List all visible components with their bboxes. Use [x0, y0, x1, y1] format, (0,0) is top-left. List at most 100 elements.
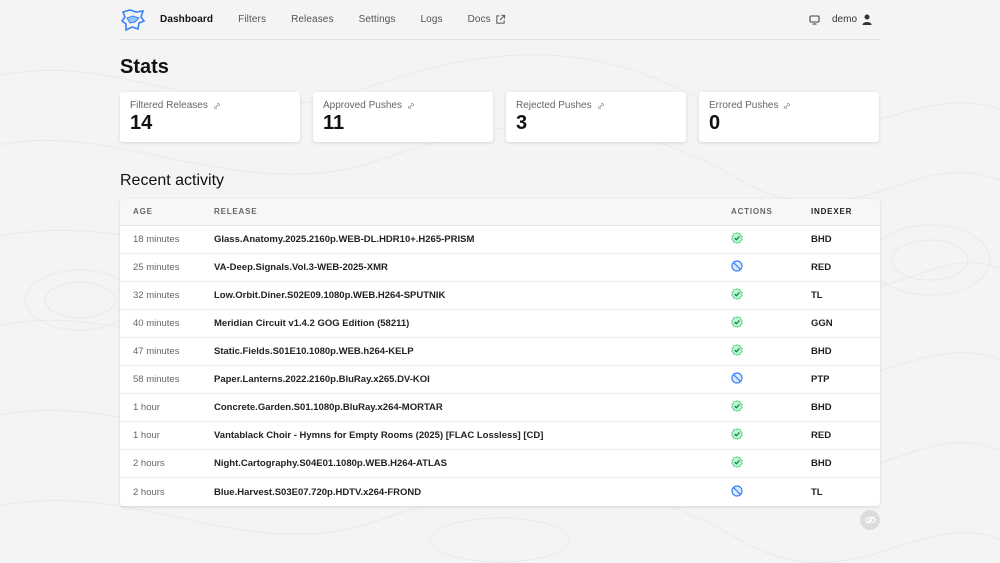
row-age: 1 hour: [120, 393, 214, 423]
table-row[interactable]: 2 hours Night.Cartography.S04E01.1080p.WE…: [120, 449, 880, 479]
stat-card-value: 11: [323, 112, 345, 134]
row-indexer: TL: [811, 486, 823, 498]
table-row[interactable]: 25 minutes VA-Deep.Signals.Vol.3-WEB-2025…: [120, 253, 880, 282]
row-age: 32 minutes: [120, 281, 214, 310]
row-action[interactable]: [731, 421, 811, 451]
nav-docs[interactable]: Docs: [468, 14, 506, 25]
row-age: 2 hours: [133, 486, 165, 498]
no-entry-icon[interactable]: [731, 372, 743, 387]
stats-cards: Filtered Releases 14 Approved Pushes 11 …: [120, 92, 880, 142]
row-age: 1 hour: [120, 421, 214, 451]
row-age: 47 minutes: [120, 337, 214, 366]
user-menu[interactable]: demo: [832, 14, 872, 25]
row-action[interactable]: [731, 253, 811, 282]
row-indexer: PTP: [811, 365, 880, 395]
stat-card-errored-pushes[interactable]: Errored Pushes 0: [699, 92, 879, 142]
row-indexer: GGN: [811, 309, 880, 338]
check-badge-icon[interactable]: [731, 316, 743, 331]
row-release[interactable]: Low.Orbit.Diner.S02E09.1080p.WEB.H264-SP…: [214, 281, 731, 310]
check-badge-icon[interactable]: [731, 231, 743, 247]
no-entry-icon[interactable]: [731, 485, 743, 500]
row-action[interactable]: [731, 365, 811, 395]
row-indexer: RED: [811, 253, 880, 282]
stat-label-text: Filtered Releases: [130, 100, 208, 111]
top-nav: Dashboard Filters Releases Settings Logs…: [120, 0, 880, 40]
column-header-release[interactable]: Release: [214, 199, 731, 225]
check-badge-icon[interactable]: [731, 400, 743, 415]
monitor-icon[interactable]: [809, 14, 820, 25]
link-icon: [784, 102, 791, 109]
external-link-icon: [496, 14, 505, 24]
nav-releases[interactable]: Releases: [291, 14, 334, 25]
row-action[interactable]: [731, 393, 811, 423]
row-release[interactable]: Glass.Anatomy.2025.2160p.WEB-DL.HDR10+.H…: [214, 225, 731, 254]
row-indexer: BHD: [811, 449, 880, 479]
check-badge-icon[interactable]: [731, 456, 743, 471]
row-release[interactable]: Vantablack Choir - Hymns for Empty Rooms…: [214, 421, 731, 451]
stats-title: Stats: [120, 56, 169, 78]
row-age: 58 minutes: [120, 365, 214, 395]
row-action[interactable]: [731, 478, 811, 506]
row-release[interactable]: Concrete.Garden.S01.1080p.BluRay.x264-MO…: [214, 393, 731, 423]
nav-filters[interactable]: Filters: [238, 14, 266, 25]
stat-card-label: Filtered Releases: [130, 100, 290, 111]
table-row[interactable]: 58 minutes Paper.Lanterns.2022.2160p.BluR…: [120, 365, 880, 395]
stat-label-text: Errored Pushes: [709, 100, 779, 111]
app-logo-icon[interactable]: [120, 8, 146, 32]
table-row[interactable]: 1 hour Concrete.Garden.S01.1080p.BluRay.x…: [120, 393, 880, 423]
stat-card-value: 3: [516, 112, 528, 134]
row-release[interactable]: Static.Fields.S01E10.1080p.WEB.h264-KELP: [214, 337, 731, 366]
table-row[interactable]: 2 hours Blue.Harvest.S03E07.720p.HDTV.x26…: [120, 478, 880, 506]
row-action[interactable]: [731, 309, 811, 338]
row-release[interactable]: VA-Deep.Signals.Vol.3-WEB-2025-XMR: [214, 253, 731, 282]
table-row[interactable]: 40 minutes Meridian Circuit v1.4.2 GOG Ed…: [120, 309, 880, 338]
row-action[interactable]: [731, 225, 811, 254]
row-indexer: RED: [811, 421, 880, 451]
table-row[interactable]: 32 minutes Low.Orbit.Diner.S02E09.1080p.W…: [120, 281, 880, 310]
table-row[interactable]: 47 minutes Static.Fields.S01E10.1080p.WEB…: [120, 337, 880, 366]
stat-card-approved-pushes[interactable]: Approved Pushes 11: [313, 92, 493, 142]
row-age: 18 minutes: [120, 225, 214, 254]
row-release[interactable]: Blue.Harvest.S03E07.720p.HDTV.x264-FROND: [214, 478, 731, 506]
check-badge-icon[interactable]: [731, 428, 743, 443]
no-entry-icon[interactable]: [731, 260, 743, 275]
user-icon: [862, 14, 872, 25]
stat-card-rejected-pushes[interactable]: Rejected Pushes 3: [506, 92, 686, 142]
username: demo: [831, 14, 857, 25]
row-indexer: BHD: [811, 337, 880, 366]
nav-docs-label: Docs: [467, 14, 491, 25]
stat-card-label: Errored Pushes: [709, 100, 869, 111]
link-icon: [213, 102, 220, 109]
row-indexer: BHD: [811, 225, 880, 254]
row-action[interactable]: [731, 281, 811, 310]
row-indexer: TL: [811, 281, 880, 310]
column-header-actions[interactable]: Actions: [731, 199, 811, 225]
row-action[interactable]: [731, 337, 811, 366]
table-row[interactable]: 1 hour Vantablack Choir - Hymns for Empty…: [120, 421, 880, 451]
row-release[interactable]: Meridian Circuit v1.4.2 GOG Edition (582…: [214, 309, 731, 338]
stat-card-label: Approved Pushes: [323, 100, 483, 111]
nav-settings[interactable]: Settings: [359, 14, 396, 25]
check-badge-icon[interactable]: [731, 344, 743, 359]
stat-label-text: Rejected Pushes: [516, 100, 592, 111]
stat-card-filtered-releases[interactable]: Filtered Releases 14: [120, 92, 300, 142]
stat-card-label: Rejected Pushes: [516, 100, 676, 111]
row-release[interactable]: Night.Cartography.S04E01.1080p.WEB.H264-…: [214, 449, 731, 479]
stat-card-value: 0: [709, 112, 721, 134]
row-action[interactable]: [731, 449, 811, 479]
recent-activity-title: Recent activity: [120, 172, 225, 189]
row-age: 40 minutes: [120, 309, 214, 338]
row-age: 2 hours: [120, 449, 214, 479]
table-row[interactable]: 18 minutes Glass.Anatomy.2025.2160p.WEB-D…: [120, 225, 880, 254]
nav-dashboard[interactable]: Dashboard: [160, 14, 213, 25]
table-header-row: Age Release Actions Indexer: [120, 199, 880, 225]
stat-card-value: 14: [130, 112, 153, 134]
row-release[interactable]: Paper.Lanterns.2022.2160p.BluRay.x265.DV…: [214, 365, 731, 395]
column-header-age[interactable]: Age: [120, 199, 214, 225]
eye-slash-icon: [864, 516, 876, 524]
eye-toggle-button[interactable]: [860, 510, 880, 530]
row-age: 25 minutes: [120, 253, 214, 282]
check-badge-icon[interactable]: [731, 287, 743, 303]
nav-logs[interactable]: Logs: [421, 14, 443, 25]
column-header-indexer[interactable]: Indexer: [811, 199, 880, 225]
